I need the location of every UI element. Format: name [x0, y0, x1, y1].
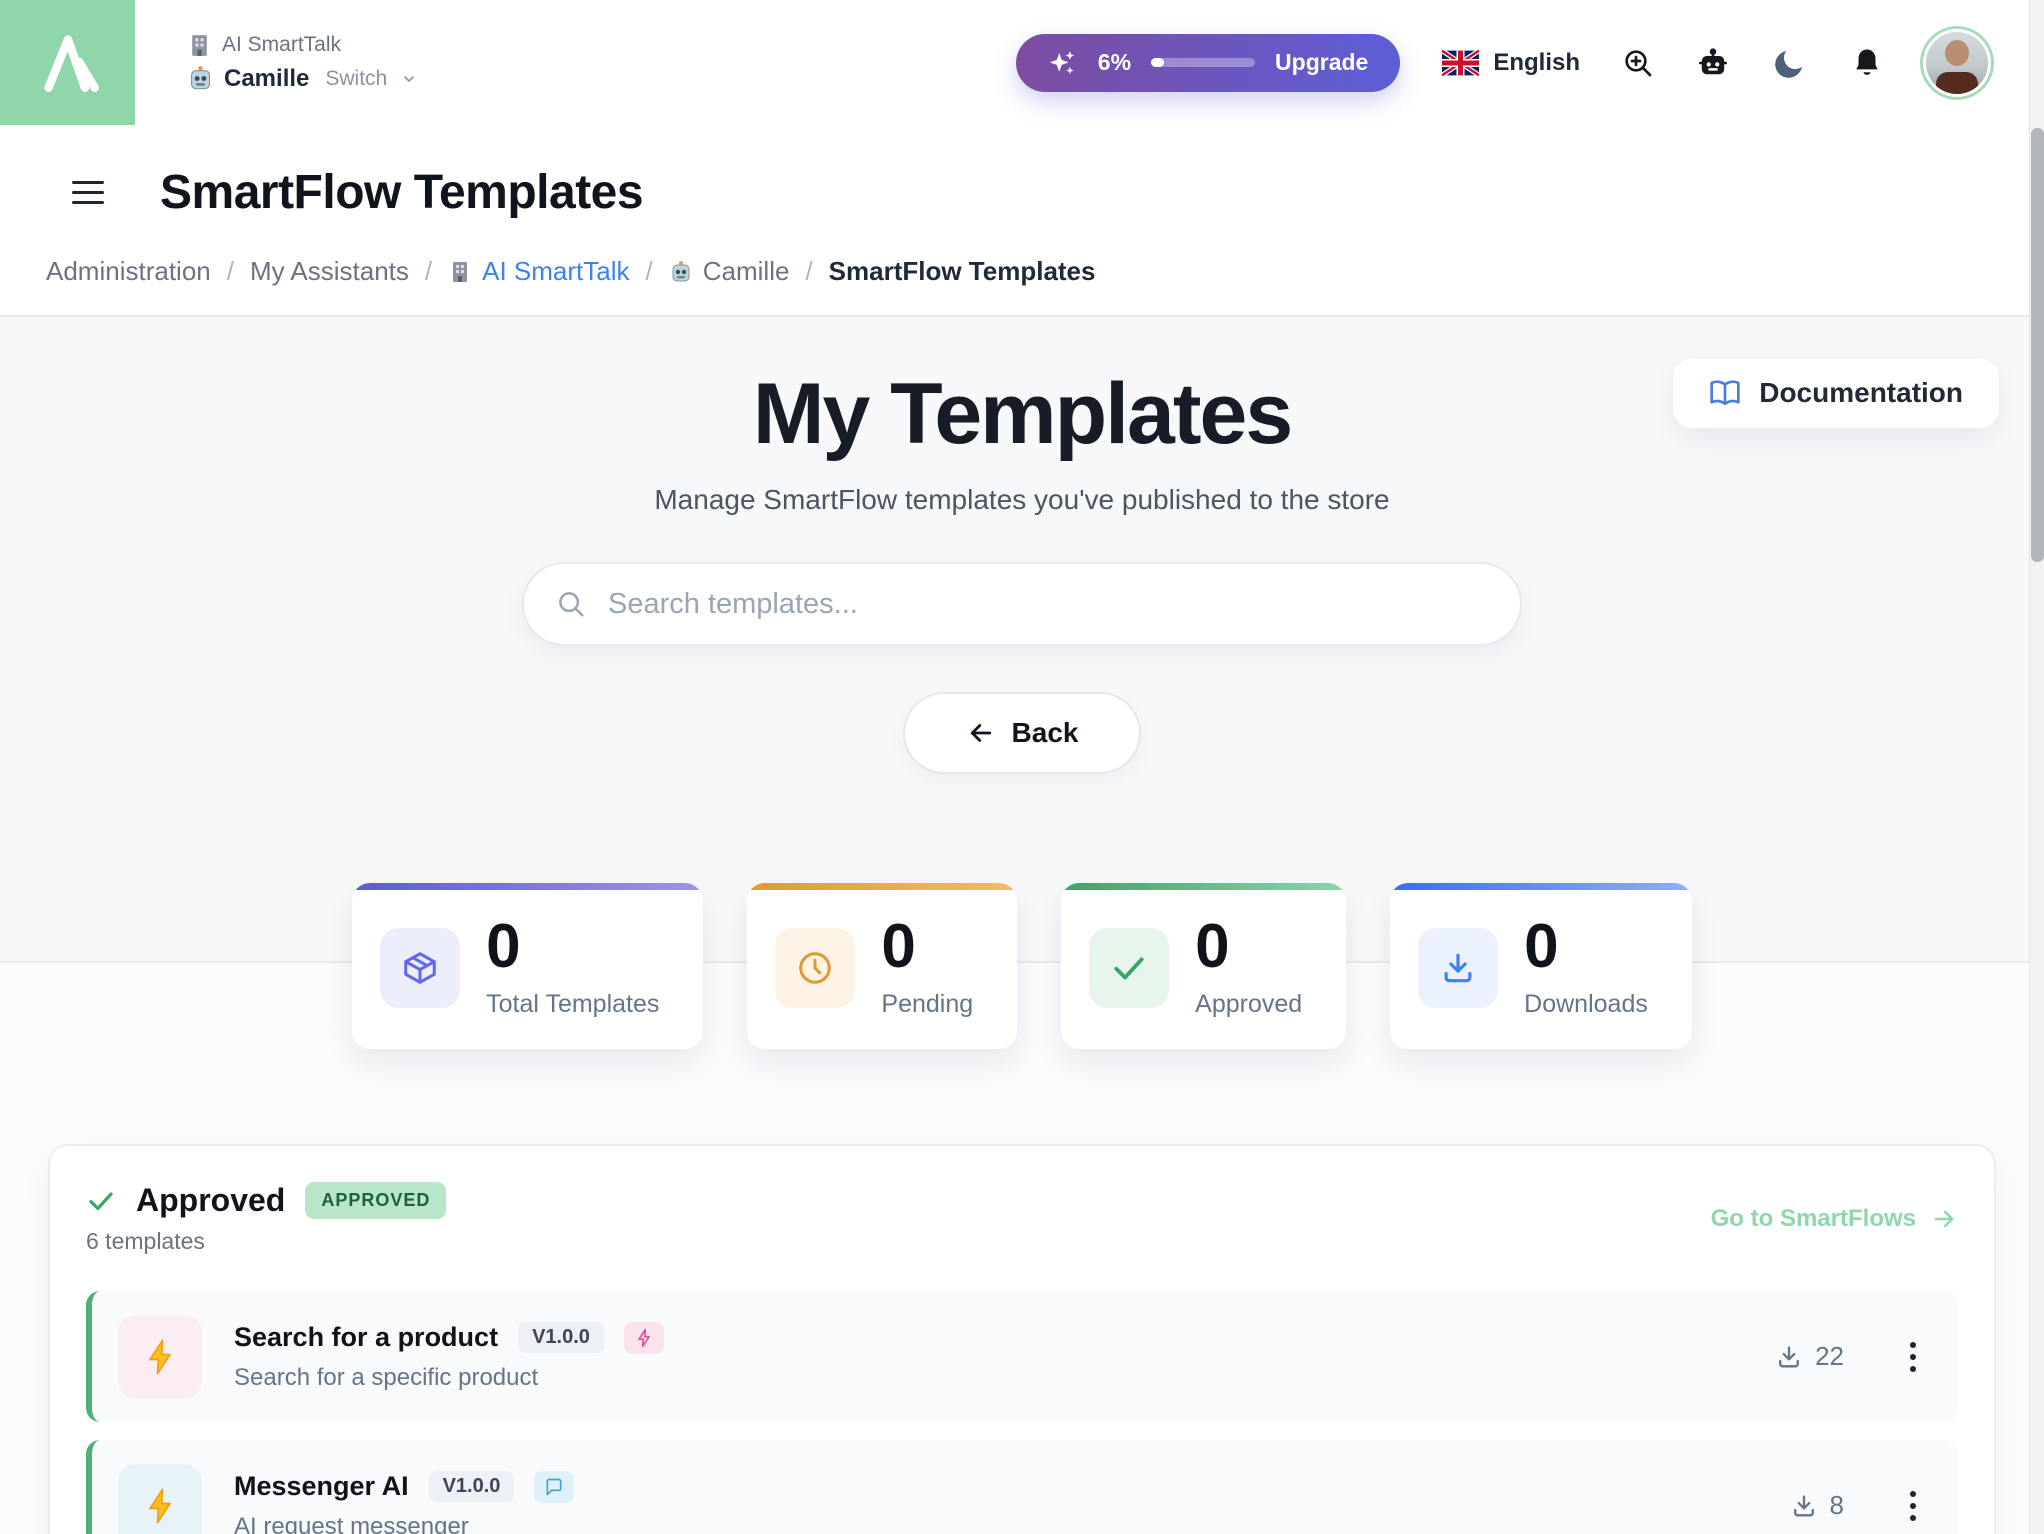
scrollbar-thumb[interactable]: [2031, 128, 2044, 562]
dark-mode-toggle[interactable]: [1772, 45, 1808, 81]
switch-label[interactable]: Switch: [325, 67, 387, 91]
app-logo[interactable]: [0, 0, 135, 125]
stat-value: 0: [1195, 916, 1302, 978]
assistant-robot-icon: [187, 65, 214, 92]
search-icon: [556, 589, 586, 619]
approved-status-badge: APPROVED: [305, 1182, 446, 1219]
user-avatar[interactable]: [1926, 32, 1988, 94]
check-icon: [86, 1186, 116, 1216]
template-row[interactable]: Search for a product V1.0.0 Search for a…: [86, 1291, 1958, 1422]
stat-value: 0: [1524, 916, 1648, 978]
version-badge: V1.0.0: [429, 1471, 515, 1502]
template-count: 6 templates: [86, 1228, 446, 1255]
upgrade-button[interactable]: 6% Upgrade: [1016, 34, 1401, 92]
documentation-button[interactable]: Documentation: [1672, 357, 2000, 429]
stat-card-approved: 0 Approved: [1061, 883, 1346, 1049]
logo-mark-icon: [29, 24, 107, 102]
uk-flag-icon: [1442, 50, 1479, 76]
usage-progress-bar: [1151, 58, 1255, 67]
page-header: SmartFlow Templates Administration / My …: [0, 125, 2044, 317]
workspace-switcher[interactable]: AI SmartTalk Camille Switch: [187, 33, 417, 93]
stat-card-total-templates: 0 Total Templates: [352, 883, 703, 1049]
assistant-bot-button[interactable]: [1696, 46, 1730, 80]
download-count: 22: [1775, 1341, 1844, 1372]
app-window: AI SmartTalk Camille Switch: [0, 0, 2044, 1534]
breadcrumb: Administration / My Assistants / AI Smar…: [0, 220, 2044, 315]
breadcrumb-my-assistants[interactable]: My Assistants: [250, 256, 409, 287]
hero-subtitle: Manage SmartFlow templates you've publis…: [0, 484, 2044, 516]
language-label: English: [1493, 49, 1580, 77]
building-icon: [448, 260, 472, 284]
language-selector[interactable]: English: [1442, 49, 1580, 77]
package-icon: [380, 928, 460, 1008]
clock-icon: [775, 928, 855, 1008]
breadcrumb-administration[interactable]: Administration: [46, 256, 211, 287]
stat-label: Pending: [881, 990, 973, 1019]
template-name: Messenger AI: [234, 1471, 409, 1502]
zoom-in-icon: [1622, 47, 1654, 79]
stats-row: 0 Total Templates 0 Pending: [0, 883, 2044, 1049]
zap-icon: [624, 1322, 664, 1354]
template-description: Search for a specific product: [234, 1364, 664, 1392]
robot-icon: [1696, 46, 1730, 80]
breadcrumb-assistant[interactable]: Camille: [669, 256, 790, 287]
row-menu-button[interactable]: [1904, 1485, 1922, 1527]
stat-label: Approved: [1195, 990, 1302, 1019]
template-row[interactable]: Messenger AI V1.0.0 AI request messenger: [86, 1440, 1958, 1534]
building-icon: [187, 33, 212, 58]
usage-percent: 6%: [1098, 49, 1131, 76]
stat-value: 0: [881, 916, 973, 978]
chevron-down-icon: [401, 71, 417, 87]
breadcrumb-current: SmartFlow Templates: [829, 256, 1096, 287]
menu-button[interactable]: [72, 177, 104, 208]
chat-bubble-icon: [534, 1471, 574, 1503]
template-name: Search for a product: [234, 1322, 498, 1353]
breadcrumb-org[interactable]: AI SmartTalk: [448, 256, 629, 287]
template-search: [522, 562, 1522, 646]
arrow-right-icon: [1930, 1205, 1958, 1233]
download-count: 8: [1790, 1490, 1844, 1521]
download-icon: [1775, 1343, 1803, 1371]
stat-card-pending: 0 Pending: [747, 883, 1017, 1049]
version-badge: V1.0.0: [518, 1322, 604, 1353]
moon-icon: [1772, 45, 1808, 81]
scrollbar[interactable]: [2029, 0, 2044, 1534]
notifications-button[interactable]: [1850, 46, 1884, 80]
org-name: AI SmartTalk: [222, 33, 341, 57]
top-bar: AI SmartTalk Camille Switch: [0, 0, 2044, 125]
download-icon: [1790, 1492, 1818, 1520]
row-menu-button[interactable]: [1904, 1336, 1922, 1378]
hero-section: Documentation My Templates Manage SmartF…: [0, 317, 2044, 963]
stat-value: 0: [486, 916, 659, 978]
assistant-robot-icon: [669, 260, 693, 284]
page-title: SmartFlow Templates: [160, 165, 643, 220]
template-list: Search for a product V1.0.0 Search for a…: [86, 1291, 1958, 1534]
check-icon: [1089, 928, 1169, 1008]
stat-label: Downloads: [1524, 990, 1648, 1019]
download-icon: [1418, 928, 1498, 1008]
lightning-icon: [118, 1315, 202, 1399]
template-description: AI request messenger: [234, 1513, 574, 1534]
approved-panel: Approved APPROVED 6 templates Go to Smar…: [48, 1144, 1996, 1534]
stat-card-downloads: 0 Downloads: [1390, 883, 1692, 1049]
back-button[interactable]: Back: [903, 692, 1141, 774]
stat-label: Total Templates: [486, 990, 659, 1019]
section-title: Approved: [136, 1182, 285, 1219]
book-open-icon: [1709, 377, 1741, 409]
go-to-smartflows-link[interactable]: Go to SmartFlows: [1711, 1205, 1958, 1233]
search-input[interactable]: [608, 588, 1488, 621]
sparkles-icon: [1048, 48, 1078, 78]
upgrade-label: Upgrade: [1275, 49, 1368, 76]
arrow-left-icon: [966, 718, 996, 748]
lightning-icon: [118, 1464, 202, 1534]
assistant-name: Camille: [224, 65, 309, 93]
bell-icon: [1850, 46, 1884, 80]
zoom-in-button[interactable]: [1622, 47, 1654, 79]
